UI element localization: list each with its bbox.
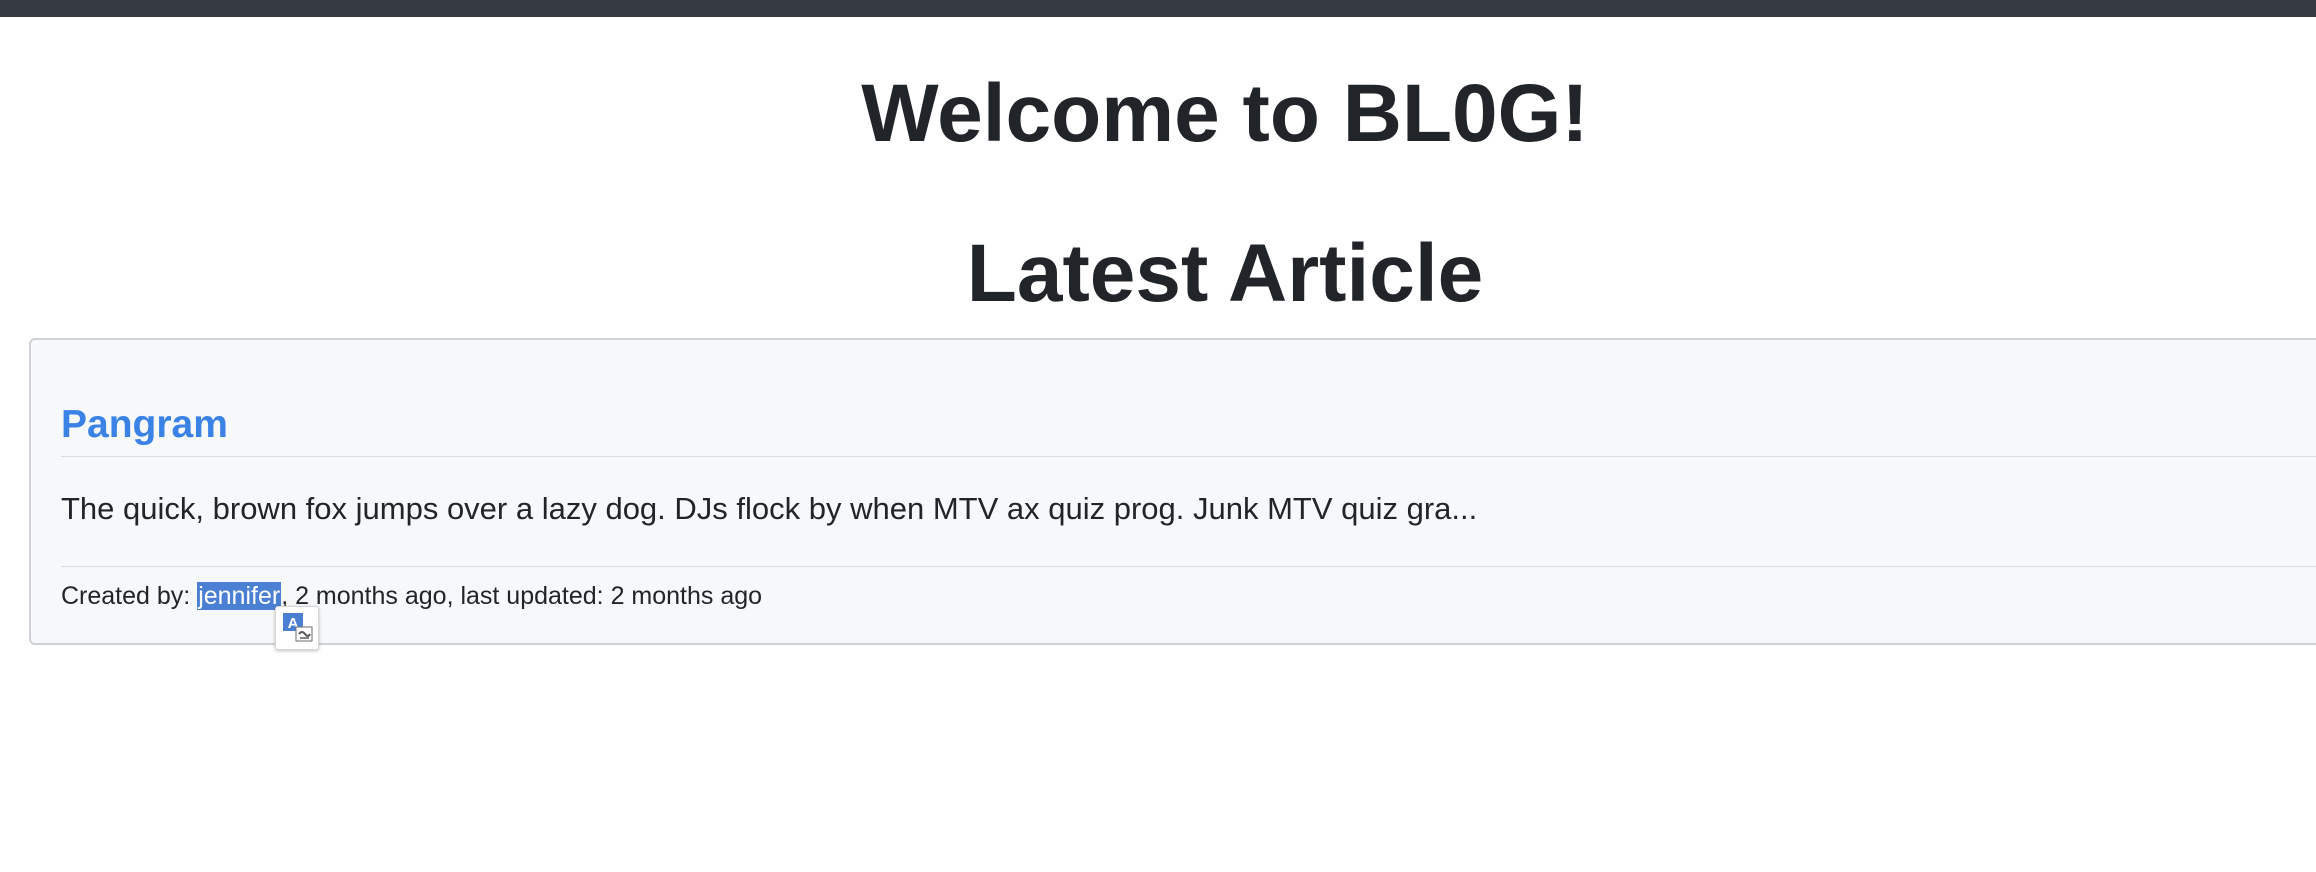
navbar (0, 0, 2316, 17)
article-title-link[interactable]: Pangram (61, 402, 228, 448)
title-divider (61, 456, 2316, 457)
meta-prefix: Created by: (61, 582, 198, 610)
article-excerpt: The quick, brown fox jumps over a lazy d… (61, 491, 1478, 526)
meta-suffix: , 2 months ago, last updated: 2 months a… (281, 582, 763, 610)
article-meta: Created by: jennifer, 2 months ago, last… (61, 580, 762, 612)
latest-article-heading: Latest Article (966, 228, 1484, 319)
author-name[interactable]: jennifer (197, 582, 282, 610)
translate-icon: A (276, 607, 318, 649)
footer-divider (61, 566, 2316, 567)
welcome-heading: Welcome to BL0G! (861, 68, 1589, 159)
article-card: Pangram The quick, brown fox jumps over … (29, 338, 2316, 645)
translate-popup-button[interactable]: A (275, 606, 319, 650)
